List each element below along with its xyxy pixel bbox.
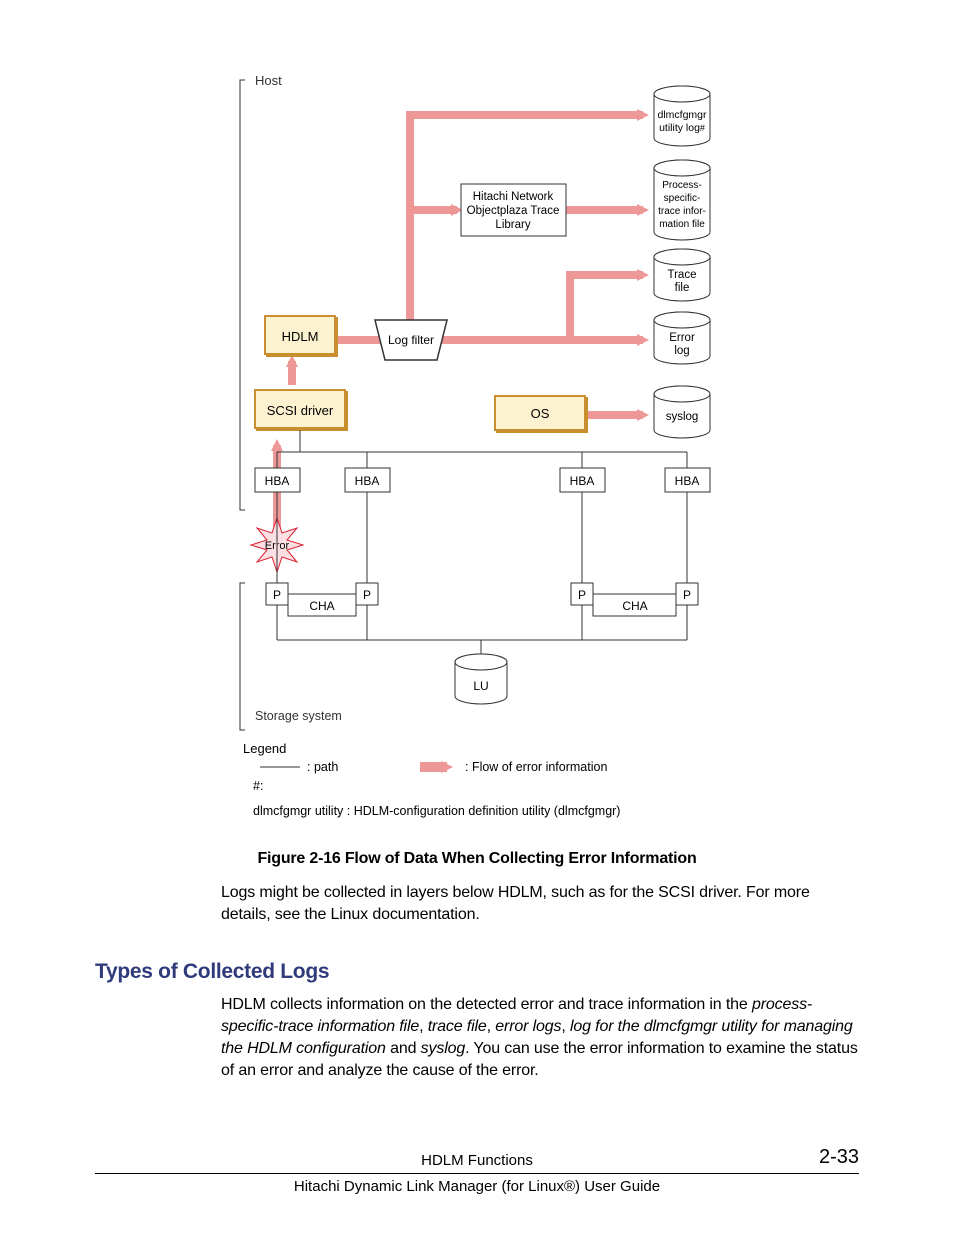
storage-label: Storage system xyxy=(255,709,342,723)
hitachi-lib-box: Hitachi Network Objectplaza Trace Librar… xyxy=(461,184,566,236)
page-footer: HDLM Functions 2-33 Hitachi Dynamic Link… xyxy=(95,1152,859,1195)
svg-text:dlmcfgmgr: dlmcfgmgr xyxy=(657,109,707,121)
svg-text:Objectplaza Trace: Objectplaza Trace xyxy=(466,205,559,217)
cyl-process-trace: Process- specific- trace infor- mation f… xyxy=(654,160,710,240)
footer-section: HDLM Functions xyxy=(421,1152,533,1169)
path-lines xyxy=(277,492,687,583)
svg-text:mation file: mation file xyxy=(659,219,705,230)
svg-text:Trace: Trace xyxy=(667,269,696,281)
section-heading: Types of Collected Logs xyxy=(95,960,859,984)
svg-text:CHA: CHA xyxy=(309,599,334,613)
svg-text:utility log#: utility log# xyxy=(659,122,705,134)
svg-text:log: log xyxy=(674,345,689,357)
host-label: Host xyxy=(255,73,282,88)
cyl-syslog: syslog xyxy=(654,386,710,438)
cyl-trace-file: Trace file xyxy=(654,249,710,301)
flow-diagram: Host xyxy=(225,60,730,827)
diagram-container: Host xyxy=(95,60,859,832)
svg-text:syslog: syslog xyxy=(665,411,698,423)
lu-cylinder: LU xyxy=(455,654,507,704)
svg-text:trace infor-: trace infor- xyxy=(658,206,706,217)
cha-row: CHA CHA xyxy=(288,594,676,616)
scsi-box: SCSI driver xyxy=(255,390,347,430)
svg-text:HBA: HBA xyxy=(354,474,379,488)
svg-text:HBA: HBA xyxy=(264,474,289,488)
svg-text:P: P xyxy=(362,588,370,602)
hba-row: HBA HBA HBA HBA xyxy=(255,430,710,492)
svg-text:Process-: Process- xyxy=(662,180,701,191)
os-box: OS xyxy=(495,396,587,432)
svg-text:Error: Error xyxy=(669,332,695,344)
cyl-error-log: Error log xyxy=(654,312,710,364)
svg-text:#:: #: xyxy=(253,779,263,793)
legend: Legend : path : Flow of error informatio… xyxy=(243,741,620,818)
svg-text:HDLM: HDLM xyxy=(281,329,318,344)
svg-text:specific-: specific- xyxy=(663,193,700,204)
svg-text:P: P xyxy=(272,588,280,602)
svg-text:: Flow of error information: : Flow of error information xyxy=(465,760,607,774)
svg-text:: path: : path xyxy=(307,760,338,774)
svg-text:HBA: HBA xyxy=(569,474,594,488)
svg-text:HBA: HBA xyxy=(674,474,699,488)
svg-text:SCSI driver: SCSI driver xyxy=(266,403,333,418)
svg-text:LU: LU xyxy=(473,679,488,693)
svg-text:CHA: CHA xyxy=(622,599,647,613)
hdlm-box: HDLM xyxy=(265,316,337,356)
svg-text:Log filter: Log filter xyxy=(387,333,433,347)
svg-text:file: file xyxy=(674,282,689,294)
footer-title: Hitachi Dynamic Link Manager (for Linux®… xyxy=(95,1178,859,1195)
svg-text:P: P xyxy=(577,588,585,602)
svg-text:Library: Library xyxy=(495,219,530,231)
svg-text:Legend: Legend xyxy=(243,741,286,756)
page-number: 2-33 xyxy=(819,1146,859,1169)
paragraph-2: HDLM collects information on the detecte… xyxy=(221,994,859,1082)
svg-text:dlmcfgmgr utility : HDLM-confi: dlmcfgmgr utility : HDLM-configuration d… xyxy=(253,804,620,818)
log-filter: Log filter xyxy=(375,320,447,360)
svg-text:Hitachi Network: Hitachi Network xyxy=(472,191,553,203)
svg-text:P: P xyxy=(682,588,690,602)
figure-caption: Figure 2-16 Flow of Data When Collecting… xyxy=(95,850,859,868)
paragraph-1: Logs might be collected in layers below … xyxy=(221,882,859,926)
cyl-dlmcfgmgr: dlmcfgmgr utility log# xyxy=(654,86,710,146)
svg-text:OS: OS xyxy=(530,406,549,421)
